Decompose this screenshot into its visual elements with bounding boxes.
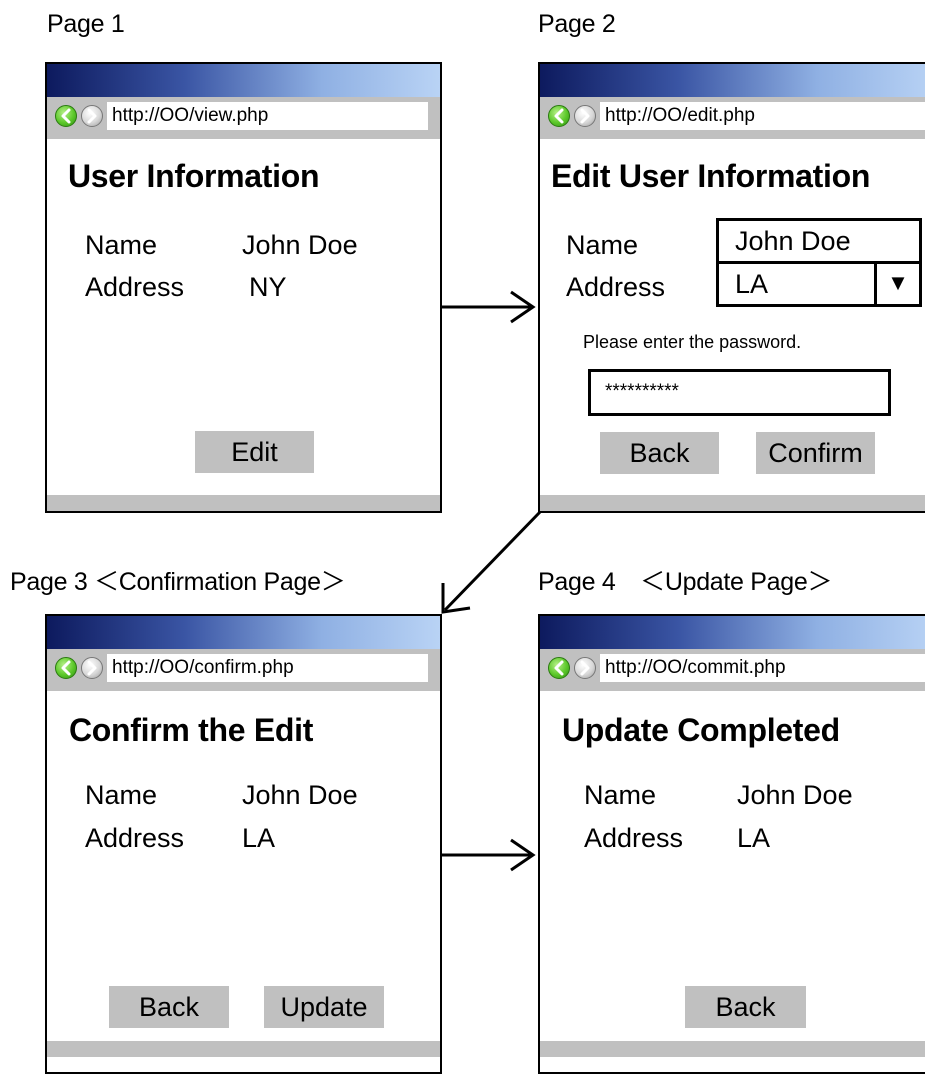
password-field[interactable]: ********** <box>588 369 891 416</box>
back-arrow-icon[interactable] <box>548 657 570 679</box>
password-prompt: Please enter the password. <box>583 332 802 352</box>
back-arrow-icon[interactable] <box>55 105 77 127</box>
name-value: John Doe <box>242 780 358 810</box>
back-arrow-icon[interactable] <box>55 657 77 679</box>
forward-arrow-icon[interactable] <box>81 105 103 127</box>
name-input[interactable]: John Doe <box>716 218 922 264</box>
page3-caption: Page 3 ＜Confirmation Page＞ <box>10 568 346 596</box>
name-label: Name <box>566 230 639 260</box>
address-select[interactable]: LA ▼ <box>716 261 922 307</box>
name-value: John Doe <box>242 230 358 260</box>
update-button[interactable]: Update <box>264 986 384 1028</box>
url-field[interactable]: http://OO/confirm.php <box>107 654 428 682</box>
page4-caption: Page 4 ＜Update Page＞ <box>538 568 833 596</box>
dropdown-triangle-icon[interactable]: ▼ <box>874 264 919 304</box>
address-bar: http://OO/commit.php <box>540 649 925 691</box>
back-button[interactable]: Back <box>109 986 229 1028</box>
page4-browser-window: http://OO/commit.php Update Completed Na… <box>538 614 925 1074</box>
name-label: Name <box>85 780 158 810</box>
page2-caption: Page 2 <box>538 10 616 38</box>
title-bar <box>47 64 440 97</box>
address-value: LA <box>242 823 276 853</box>
url-field[interactable]: http://OO/edit.php <box>600 102 925 130</box>
page3-browser-window: http://OO/confirm.php Confirm the Edit N… <box>45 614 442 1074</box>
page1-caption: Page 1 <box>47 10 125 38</box>
address-label: Address <box>584 823 684 853</box>
title-bar <box>540 616 925 649</box>
address-bar: http://OO/view.php <box>47 97 440 139</box>
status-bar <box>540 495 925 511</box>
address-value: LA <box>737 823 771 853</box>
page2-browser-window: http://OO/edit.php Edit User Information… <box>538 62 925 513</box>
address-select-value: LA <box>735 269 769 299</box>
forward-arrow-icon[interactable] <box>81 657 103 679</box>
page-title: Update Completed <box>562 712 840 748</box>
url-field[interactable]: http://OO/commit.php <box>600 654 925 682</box>
status-bar <box>47 495 440 511</box>
address-label: Address <box>566 272 666 302</box>
back-button[interactable]: Back <box>685 986 806 1028</box>
page1-browser-window: http://OO/view.php User Information Name… <box>45 62 442 513</box>
status-bar <box>540 1041 925 1057</box>
back-arrow-icon[interactable] <box>548 105 570 127</box>
url-field[interactable]: http://OO/view.php <box>107 102 428 130</box>
page-title: Confirm the Edit <box>69 712 314 748</box>
page-title: User Information <box>68 158 320 194</box>
title-bar <box>540 64 925 97</box>
name-label: Name <box>584 780 657 810</box>
name-input-value: John Doe <box>735 226 851 256</box>
arrow-page2-to-page3 <box>441 510 542 614</box>
address-label: Address <box>85 823 185 853</box>
name-value: John Doe <box>737 780 853 810</box>
confirm-button[interactable]: Confirm <box>756 432 875 474</box>
address-value: NY <box>249 272 287 302</box>
arrow-page3-to-page4 <box>442 838 536 872</box>
forward-arrow-icon[interactable] <box>574 657 596 679</box>
address-bar: http://OO/confirm.php <box>47 649 440 691</box>
name-label: Name <box>85 230 158 260</box>
title-bar <box>47 616 440 649</box>
edit-button[interactable]: Edit <box>195 431 314 473</box>
address-label: Address <box>85 272 185 302</box>
page-title: Edit User Information <box>551 158 871 194</box>
address-bar: http://OO/edit.php <box>540 97 925 139</box>
back-button[interactable]: Back <box>600 432 719 474</box>
status-bar <box>47 1041 440 1057</box>
arrow-page1-to-page2 <box>442 290 536 324</box>
forward-arrow-icon[interactable] <box>574 105 596 127</box>
